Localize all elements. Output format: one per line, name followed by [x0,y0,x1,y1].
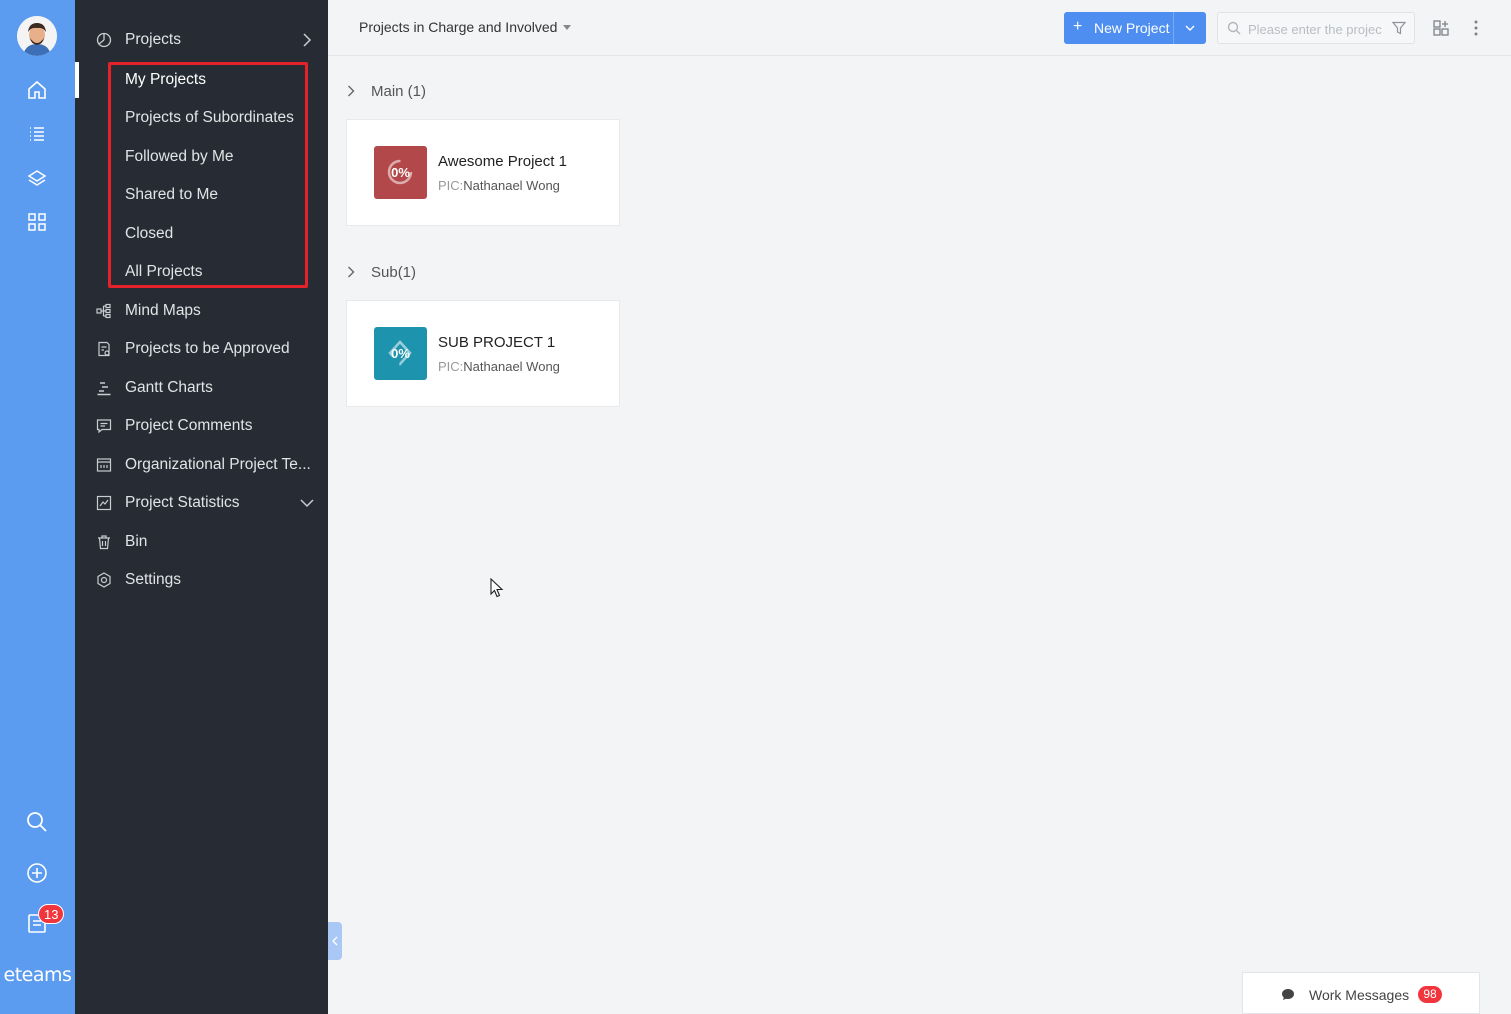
nav-item-label: Settings [125,571,182,588]
project-name: Awesome Project 1 [438,153,567,170]
more-options-icon[interactable] [1466,18,1486,38]
new-project-dropdown-toggle[interactable] [1173,12,1206,44]
nav-item-label: Organizational Project Te... [125,456,311,473]
nav-project-comments[interactable]: Project Comments [75,408,328,444]
project-name: SUB PROJECT 1 [438,334,556,351]
nav-mind-maps[interactable]: Mind Maps [75,293,328,329]
scope-label: Projects in Charge and Involved [359,19,558,35]
progress-label: 0% [391,346,410,361]
nav-item-label: Mind Maps [125,302,201,319]
group-header-sub[interactable]: Sub(1) [347,260,416,284]
work-messages-button[interactable]: Work Messages 98 [1242,972,1480,1014]
nav-gantt-charts[interactable]: Gantt Charts [75,370,328,406]
view-switch-icon[interactable] [1431,18,1451,38]
project-pic: PIC:Nathanael Wong [438,178,560,193]
app-rail: 13 eteams [0,0,75,1014]
mind-map-icon [96,303,112,319]
group-header-main[interactable]: Main (1) [347,79,426,103]
nav-all-projects[interactable]: All Projects [75,254,328,290]
nav-projects[interactable]: Projects [75,22,328,58]
home-icon[interactable] [25,78,49,102]
project-card[interactable]: 0% Awesome Project 1 PIC:Nathanael Wong [346,119,620,226]
collapse-sidebar-handle[interactable] [328,922,342,960]
scope-dropdown[interactable]: Projects in Charge and Involved [359,19,572,35]
chevron-left-icon [332,936,338,946]
group-title: Main (1) [371,82,427,100]
template-icon [96,457,112,473]
nav-sub-label: Shared to Me [125,186,219,203]
statistics-icon [96,495,112,511]
project-search-input[interactable] [1248,19,1382,39]
nav-organizational-project-templates[interactable]: Organizational Project Te... [75,447,328,483]
nav-sub-label: My Projects [125,71,206,88]
pic-name: Nathanael Wong [463,359,560,374]
mouse-cursor-icon [490,577,504,603]
approval-icon [96,341,112,357]
pic-prefix: PIC: [438,359,464,374]
project-progress-thumbnail: 0% [374,327,427,380]
nav-project-statistics[interactable]: Project Statistics [75,485,328,521]
pic-prefix: PIC: [438,178,464,193]
project-card[interactable]: 0% SUB PROJECT 1 PIC:Nathanael Wong [346,300,620,407]
add-circle-icon[interactable] [25,861,49,885]
notification-badge: 13 [38,904,65,924]
search-icon[interactable] [25,810,49,834]
layers-icon[interactable] [25,166,49,190]
progress-label: 0% [391,165,410,180]
plus-icon: + [1073,18,1083,35]
task-list-icon[interactable] [25,122,49,146]
nav-closed[interactable]: Closed [75,216,328,252]
caret-down-icon [563,24,572,30]
nav-item-label: Project Comments [125,417,253,434]
new-project-button[interactable]: + New Project [1064,12,1206,44]
chat-bubble-icon [1282,989,1294,1000]
nav-shared-to-me[interactable]: Shared to Me [75,177,328,213]
project-search-box [1217,12,1415,44]
apps-grid-icon[interactable] [25,210,49,234]
nav-projects-label: Projects [125,31,181,48]
work-messages-label: Work Messages [1309,987,1410,1003]
chevron-right-icon [347,85,361,97]
nav-bin[interactable]: Bin [75,524,328,560]
chevron-down-icon [300,496,314,510]
bin-icon [96,534,112,550]
project-pic: PIC:Nathanael Wong [438,359,560,374]
projects-icon [96,32,112,48]
search-icon [1227,21,1241,35]
project-nav-panel: Projects My Projects Projects of Subordi… [75,0,328,1014]
chevron-right-icon [347,266,361,278]
new-project-label: New Project [1094,20,1170,36]
comment-icon [96,418,112,434]
brand-logo: eteams [3,964,72,986]
project-progress-thumbnail: 0% [374,146,427,199]
pic-name: Nathanael Wong [463,178,560,193]
filter-icon[interactable] [1392,21,1406,35]
user-avatar[interactable] [17,16,57,56]
nav-item-label: Projects to be Approved [125,340,290,357]
nav-projects-of-subordinates[interactable]: Projects of Subordinates [75,100,328,136]
nav-projects-to-be-approved[interactable]: Projects to be Approved [75,331,328,367]
nav-sub-label: Followed by Me [125,148,234,165]
chevron-down-icon [1185,25,1195,31]
group-title: Sub(1) [371,263,417,281]
nav-item-label: Bin [125,533,148,550]
chevron-right-icon [300,33,314,47]
nav-followed-by-me[interactable]: Followed by Me [75,139,328,175]
work-messages-badge: 98 [1418,986,1442,1003]
nav-sub-label: All Projects [125,263,203,280]
nav-item-label: Gantt Charts [125,379,213,396]
settings-icon [96,572,112,588]
gantt-icon [96,380,112,396]
nav-sub-label: Closed [125,225,174,242]
nav-my-projects[interactable]: My Projects [75,62,328,98]
top-toolbar: Projects in Charge and Involved + New Pr… [328,0,1511,56]
nav-sub-label: Projects of Subordinates [125,109,294,126]
nav-settings[interactable]: Settings [75,562,328,598]
nav-item-label: Project Statistics [125,494,240,511]
